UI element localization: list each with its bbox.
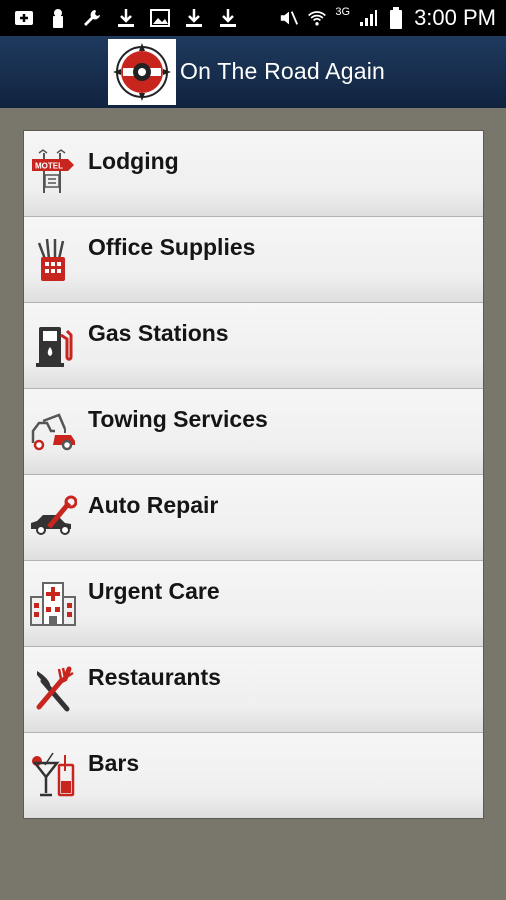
- category-list: MOTEL Lodging Office Supplies Gas Statio…: [24, 131, 483, 818]
- list-item-restaurants[interactable]: Restaurants: [24, 647, 483, 733]
- list-item-label: Gas Stations: [88, 320, 229, 346]
- car-wrench-icon: [29, 493, 78, 541]
- tow-truck-icon: [29, 407, 77, 455]
- list-item-auto-repair[interactable]: Auto Repair: [24, 475, 483, 561]
- hospital-icon: [29, 579, 77, 627]
- list-item-label: Auto Repair: [88, 492, 219, 518]
- app-logo: [108, 39, 176, 105]
- list-item-label: Lodging: [88, 148, 179, 174]
- motel-sign-icon: MOTEL: [29, 149, 77, 197]
- list-item-label: Office Supplies: [88, 234, 256, 260]
- network-type: 3G: [335, 6, 351, 18]
- fork-knife-icon: [29, 665, 77, 713]
- list-item-lodging[interactable]: MOTEL Lodging: [24, 131, 483, 217]
- mute-icon: [279, 8, 299, 28]
- list-item-label: Restaurants: [88, 664, 221, 690]
- status-bar: 3G 3:00 PM: [0, 0, 506, 36]
- app-title: On The Road Again: [180, 58, 386, 84]
- list-item-urgent-care[interactable]: Urgent Care: [24, 561, 483, 647]
- svg-text:MOTEL: MOTEL: [35, 162, 63, 171]
- gas-pump-icon: [29, 321, 77, 369]
- list-item-bars[interactable]: Bars: [24, 733, 483, 818]
- list-item-label: Bars: [88, 750, 140, 776]
- lock-icon: [48, 8, 68, 28]
- image-icon: [150, 8, 170, 28]
- pencil-cup-icon: [29, 235, 77, 283]
- cocktail-icon: [29, 751, 77, 799]
- app-header: On The Road Again: [0, 36, 506, 108]
- notification-icons: [0, 8, 238, 28]
- download-icon: [184, 8, 204, 28]
- list-item-towing-services[interactable]: Towing Services: [24, 389, 483, 475]
- wifi-icon: [307, 8, 327, 28]
- system-icons: 3G 3:00 PM: [279, 5, 506, 31]
- battery-icon: [386, 7, 406, 29]
- wrench-icon: [82, 8, 102, 28]
- add-icon: [14, 8, 34, 28]
- download-icon: [218, 8, 238, 28]
- list-item-office-supplies[interactable]: Office Supplies: [24, 217, 483, 303]
- signal-icon: [358, 8, 378, 28]
- download-icon: [116, 8, 136, 28]
- list-item-label: Urgent Care: [88, 578, 220, 604]
- list-item-gas-stations[interactable]: Gas Stations: [24, 303, 483, 389]
- clock: 3:00 PM: [414, 5, 496, 30]
- list-item-label: Towing Services: [88, 406, 268, 432]
